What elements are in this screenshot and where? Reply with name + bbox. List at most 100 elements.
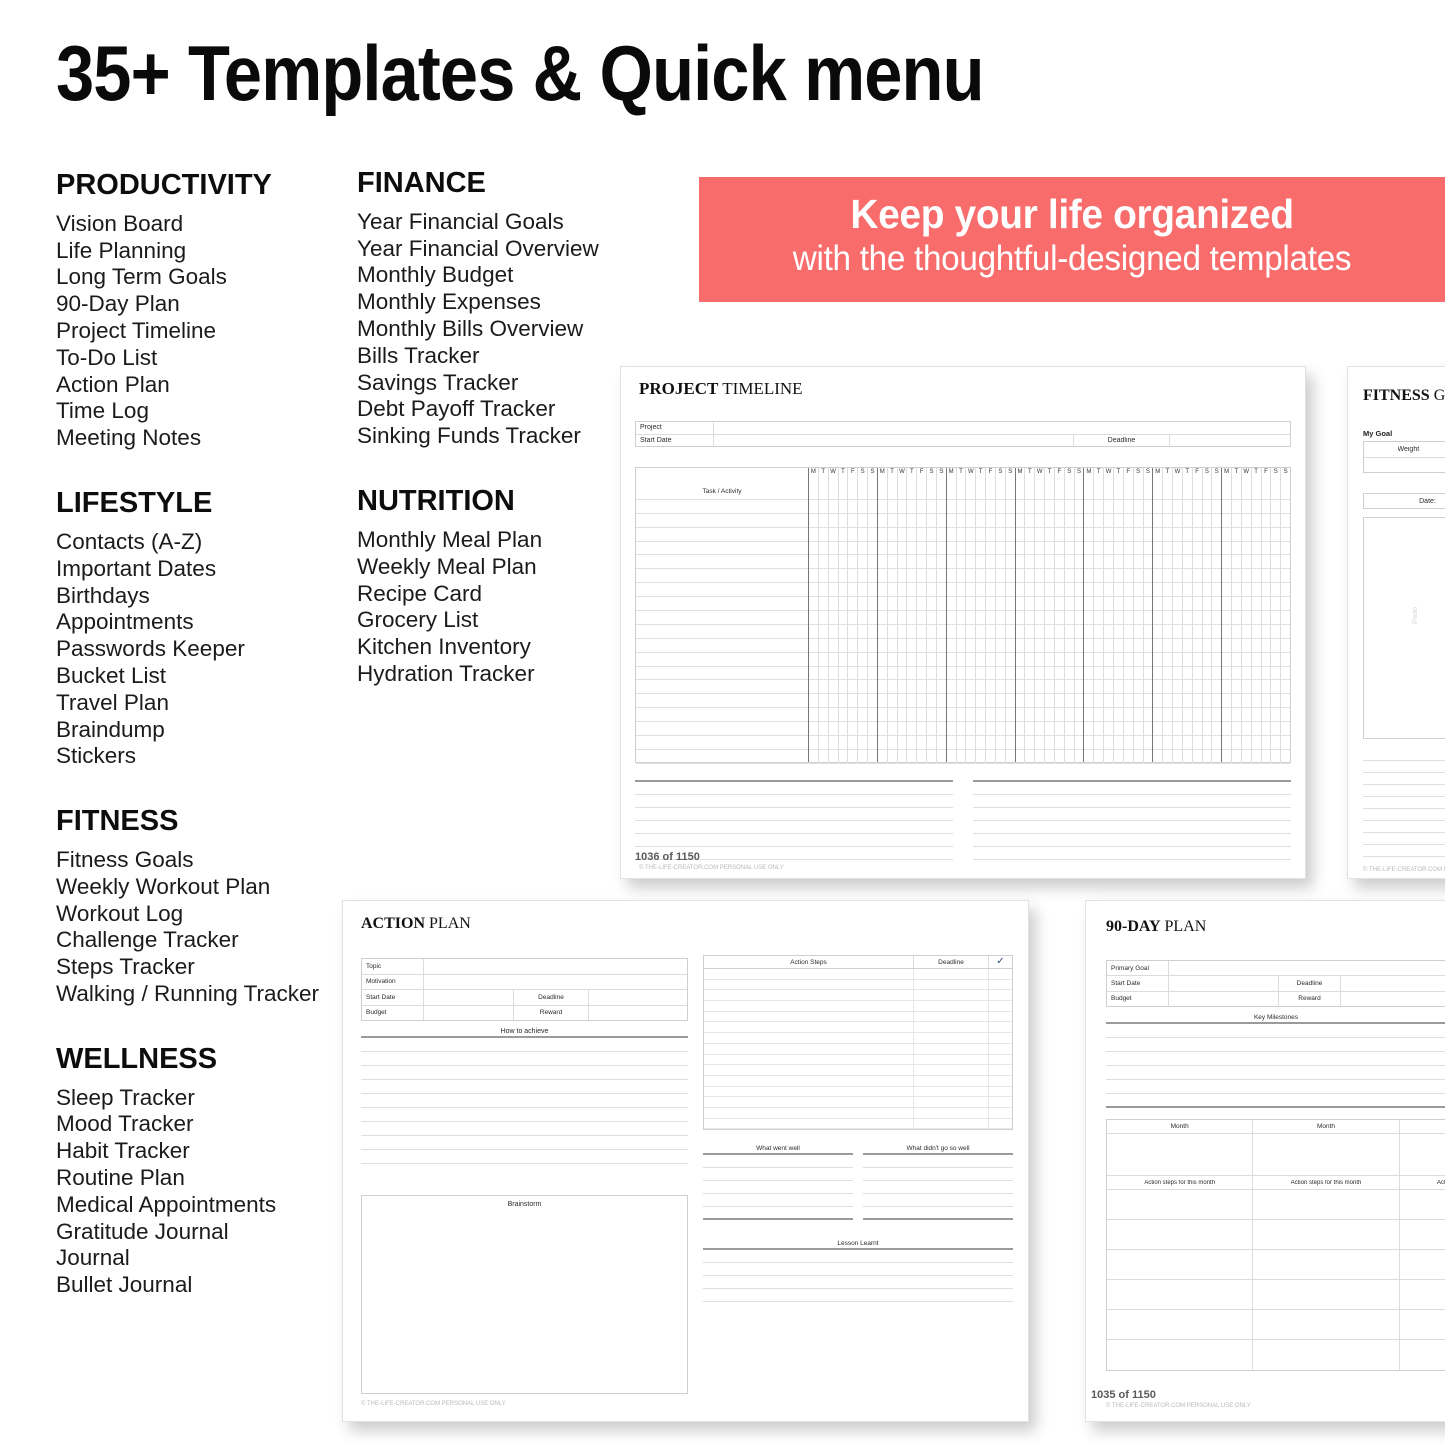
gantt-day-column[interactable]: T xyxy=(956,468,967,764)
list-item[interactable]: Bucket List xyxy=(56,663,346,690)
list-item[interactable]: Walking / Running Tracker xyxy=(56,981,346,1008)
list-item[interactable]: Fitness Goals xyxy=(56,847,346,874)
list-item[interactable]: Year Financial Overview xyxy=(357,236,657,263)
list-item[interactable]: Savings Tracker xyxy=(357,370,657,397)
gantt-day-column[interactable]: S xyxy=(1271,468,1282,764)
list-item[interactable]: Sinking Funds Tracker xyxy=(357,423,657,450)
table-row[interactable] xyxy=(704,1075,1012,1087)
list-item[interactable]: Journal xyxy=(56,1245,346,1272)
list-item[interactable]: Weekly Meal Plan xyxy=(357,554,657,581)
list-item[interactable]: Braindump xyxy=(56,717,346,744)
gantt-day-column[interactable]: F xyxy=(917,468,928,764)
project-notes-right[interactable] xyxy=(973,771,1291,860)
list-item[interactable]: Medical Appointments xyxy=(56,1192,346,1219)
gantt-day-column[interactable]: F xyxy=(1192,468,1203,764)
cell-input-start-date[interactable] xyxy=(1169,976,1279,991)
template-preview-project-timeline[interactable]: PROJECT TIMELINE Project Start Date Dead… xyxy=(620,366,1306,879)
gantt-day-column[interactable]: T xyxy=(1094,468,1105,764)
gantt-day-column[interactable]: S xyxy=(1202,468,1213,764)
list-item[interactable]: Recipe Card xyxy=(357,581,657,608)
table-row[interactable] xyxy=(704,979,1012,991)
gantt-day-column[interactable]: M xyxy=(1153,468,1164,764)
gantt-day-column[interactable]: S xyxy=(858,468,869,764)
gantt-day-column[interactable]: T xyxy=(1025,468,1036,764)
gantt-day-column[interactable]: T xyxy=(976,468,987,764)
gantt-day-column[interactable]: M xyxy=(809,468,819,764)
list-item[interactable]: Grocery List xyxy=(357,607,657,634)
action-steps-table[interactable]: Action Steps Deadline ✓ xyxy=(703,955,1013,1130)
list-item[interactable]: Steps Tracker xyxy=(56,954,346,981)
table-row[interactable] xyxy=(704,1022,1012,1034)
gantt-day-column[interactable]: T xyxy=(818,468,829,764)
cell-input-topic[interactable] xyxy=(424,959,687,974)
table-row[interactable] xyxy=(704,990,1012,1002)
gantt-day-column[interactable]: S xyxy=(995,468,1006,764)
list-item[interactable]: Bills Tracker xyxy=(357,343,657,370)
cell-input-start-date[interactable] xyxy=(424,990,514,1005)
list-item[interactable]: 90-Day Plan xyxy=(56,291,346,318)
list-item[interactable]: Mood Tracker xyxy=(56,1111,346,1138)
list-item[interactable]: Meeting Notes xyxy=(56,425,346,452)
table-row[interactable] xyxy=(704,1065,1012,1076)
table-row[interactable] xyxy=(704,1107,1012,1119)
cell-input-reward[interactable] xyxy=(589,1006,687,1021)
cell-input-project[interactable] xyxy=(714,422,1290,434)
gantt-day-column[interactable]: M xyxy=(877,468,888,764)
table-row[interactable] xyxy=(1107,1340,1445,1370)
table-row[interactable] xyxy=(1107,1280,1445,1310)
gantt-day-column[interactable]: S xyxy=(927,468,937,764)
gantt-day-column[interactable]: S xyxy=(1212,468,1222,764)
list-item[interactable]: Monthly Budget xyxy=(357,262,657,289)
cell-input-budget[interactable] xyxy=(1169,991,1279,1006)
gantt-day-column[interactable]: S xyxy=(1005,468,1015,764)
project-gantt-grid[interactable]: Task / Activity MTWTFSSMTWTFSSMTWTFSSMTW… xyxy=(635,467,1291,764)
list-item[interactable]: To-Do List xyxy=(56,345,346,372)
table-row[interactable] xyxy=(704,1033,1012,1044)
gantt-day-column[interactable]: W xyxy=(828,468,839,764)
gantt-day-column[interactable]: S xyxy=(1064,468,1075,764)
fitness-notes-lines[interactable] xyxy=(1363,749,1445,857)
gantt-day-column[interactable]: W xyxy=(966,468,977,764)
gantt-day-column[interactable]: W xyxy=(1035,468,1046,764)
cell-input-deadline[interactable] xyxy=(1341,976,1445,990)
table-row[interactable] xyxy=(704,969,1012,980)
table-row-month-goal[interactable] xyxy=(1107,1134,1445,1176)
gantt-day-column[interactable]: F xyxy=(986,468,996,764)
table-row[interactable] xyxy=(1107,1190,1445,1220)
cell-input-budget[interactable] xyxy=(424,1005,514,1020)
fitness-photo-placeholder[interactable]: Photo xyxy=(1363,517,1445,739)
table-row[interactable] xyxy=(704,1001,1012,1012)
list-item[interactable]: Action Plan xyxy=(56,372,346,399)
gantt-day-column[interactable]: F xyxy=(1123,468,1134,764)
list-item[interactable]: Monthly Meal Plan xyxy=(357,527,657,554)
action-plan-what-didnt-go-well[interactable]: What didn't go so well xyxy=(863,1144,1013,1220)
gantt-day-column[interactable]: W xyxy=(1172,468,1183,764)
gantt-day-column[interactable]: S xyxy=(1143,468,1153,764)
list-item[interactable]: Long Term Goals xyxy=(56,264,346,291)
list-item[interactable]: Hydration Tracker xyxy=(357,661,657,688)
template-preview-90-day-plan[interactable]: 90-DAY PLAN Primary Goal Start Date Dead… xyxy=(1085,900,1445,1422)
table-row[interactable] xyxy=(1107,1220,1445,1250)
list-item[interactable]: Vision Board xyxy=(56,211,346,238)
action-plan-how-to-achieve[interactable]: How to achieve xyxy=(361,1027,688,1164)
gantt-day-column[interactable]: W xyxy=(897,468,908,764)
list-item[interactable]: Stickers xyxy=(56,743,346,770)
list-item[interactable]: Monthly Bills Overview xyxy=(357,316,657,343)
list-item[interactable]: Kitchen Inventory xyxy=(357,634,657,661)
gantt-day-column[interactable]: S xyxy=(1133,468,1144,764)
gantt-day-column[interactable]: M xyxy=(1222,468,1232,764)
list-item[interactable]: Weekly Workout Plan xyxy=(56,874,346,901)
gantt-day-column[interactable]: T xyxy=(1045,468,1055,764)
gantt-day-column[interactable]: W xyxy=(1241,468,1252,764)
90-day-months-table[interactable]: Month Month Month Action steps for this … xyxy=(1106,1119,1445,1371)
action-plan-brainstorm-box[interactable]: Brainstorm xyxy=(361,1195,688,1394)
list-item[interactable]: Travel Plan xyxy=(56,690,346,717)
list-item[interactable]: Contacts (A-Z) xyxy=(56,529,346,556)
list-item[interactable]: Time Log xyxy=(56,398,346,425)
list-item[interactable]: Habit Tracker xyxy=(56,1138,346,1165)
action-plan-lesson-learnt[interactable]: Lesson Learnt xyxy=(703,1239,1013,1302)
gantt-day-column[interactable]: S xyxy=(1281,468,1291,764)
list-item[interactable]: Life Planning xyxy=(56,238,346,265)
list-item[interactable]: Project Timeline xyxy=(56,318,346,345)
gantt-day-column[interactable]: T xyxy=(907,468,918,764)
